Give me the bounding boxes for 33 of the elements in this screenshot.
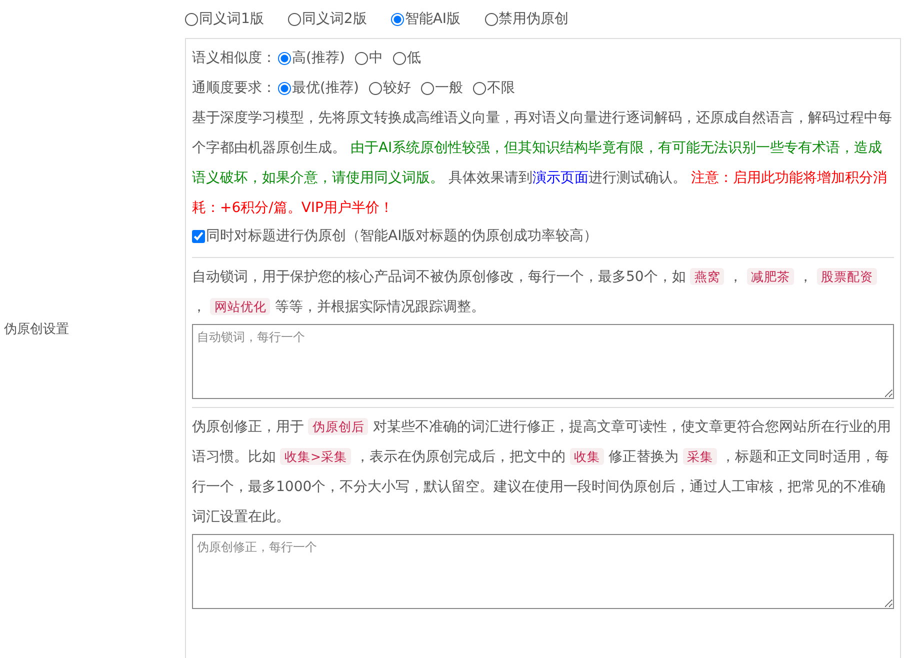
radio-button[interactable] xyxy=(392,52,406,64)
setting-label: 语义相似度： xyxy=(192,49,276,67)
radio-button[interactable] xyxy=(484,12,498,26)
text-area[interactable]: 伪原创修正，每行一个 xyxy=(192,534,894,609)
option-label: 中 xyxy=(368,49,383,67)
option-label: 禁用伪原创 xyxy=(498,10,569,28)
option-label: 同义词1版 xyxy=(199,10,264,28)
radio-button[interactable] xyxy=(368,82,382,94)
option-label: 低 xyxy=(406,49,421,67)
option-label: 最优(推荐) xyxy=(292,79,359,97)
option-label: 一般 xyxy=(434,79,463,97)
option-label: 智能AI版 xyxy=(404,10,461,28)
option-label: 高(推荐) xyxy=(292,49,345,67)
radio-button[interactable] xyxy=(278,52,291,64)
radio-button[interactable] xyxy=(288,12,301,26)
setting-label: 通顺度要求： xyxy=(192,79,276,97)
checkbox[interactable] xyxy=(192,230,205,242)
radio-button[interactable] xyxy=(354,52,368,64)
radio-button[interactable] xyxy=(420,82,434,94)
radio-button[interactable] xyxy=(185,12,198,26)
radio-button[interactable] xyxy=(472,82,486,94)
option-label: 不限 xyxy=(486,79,515,97)
option-label: 同义词2版 xyxy=(302,10,367,28)
description-text: 自动锁词，用于保护您的核心产品词不被伪原创修改，每行一个，最多50个，如 燕窝 ， 减肥茶 ， 股票配资 ， 网站优化 等等，并根据实际情况跟踪调整。 xyxy=(192,262,894,322)
description-text: 伪原创修正，用于 伪原创后 对某些不准确的词汇进行修正，提高文章可读性，使文章更符合您网站所在行业的用语习惯。比如 收集>采集 ，表示在伪原创完成后，把文中的 收集 修正替换为 采集 ，标题和正文同时适用，每行一个，最多1000个，不分大小写，默认留空。建议在使用一段时间伪原创后，通过人工审核，把常见的不准确词汇设置在此。 xyxy=(192,417,892,527)
text-area[interactable]: 自动锁词，每行一个 xyxy=(192,324,894,399)
checkbox-label: 同时对标题进行伪原创（智能AI版对标题的伪原创成功率较高） xyxy=(206,227,598,245)
radio-button[interactable] xyxy=(390,12,404,26)
description-text: 基于深度学习模型，先将原文转换成高维语义向量，再对语义向量进行逐词解码，还原成自然语言，解码过程中每个字都由机器原创生成。 由于AI系统原创性较强，但其知识结构毕竟有限，有可能无法识别一些专有术语，造成语义破坏，如果介意，请使用同义词版。 具体效果请到演示页面进行测试确认。 注意：启用此功能将增加积分消耗：+6积分/篇。VIP用户半价！ xyxy=(192,109,893,218)
option-label: 较好 xyxy=(382,79,411,97)
section-label: 伪原创设置 xyxy=(4,321,69,338)
demo-page-link[interactable]: 演示页面 xyxy=(532,170,588,186)
radio-button[interactable] xyxy=(278,82,291,94)
